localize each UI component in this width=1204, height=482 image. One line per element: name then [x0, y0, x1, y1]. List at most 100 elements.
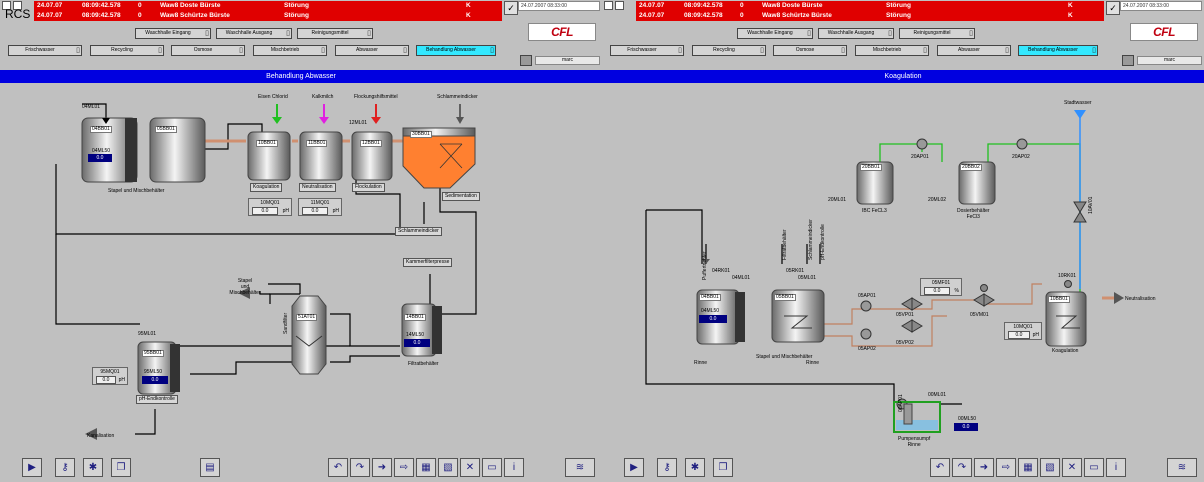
alarm-list[interactable]: 24.07.07 08:09:42.578 0 Waw8 Doste Bürst…: [34, 1, 502, 21]
tank-30bb01[interactable]: 30BB01: [410, 131, 432, 138]
nav-mischbetrieb[interactable]: Mischbetrieb: [855, 45, 929, 56]
meas-tag: 95MQ01: [100, 369, 120, 375]
label-stapel: Stapel und Mischbehälter: [756, 354, 813, 360]
label-20ml02: 20ML02: [928, 197, 947, 203]
meas-unit: pH: [118, 377, 125, 383]
undo-icon[interactable]: ↶: [930, 458, 950, 477]
nav-osmose[interactable]: Osmose: [773, 45, 847, 56]
alarm-row[interactable]: 24.07.07 08:09:42.578 0 Waw8 Doste Bürst…: [34, 1, 502, 11]
alarm-date: 24.07.07: [639, 12, 665, 19]
label-schlammeindicker[interactable]: Schlammeindicker: [395, 227, 442, 236]
right-panel: 24.07.07 08:09:42.578 0 Waw8 Doste Bürst…: [602, 0, 1204, 482]
trend-icon[interactable]: ▤: [200, 458, 220, 477]
nav-waschhalle-eingang[interactable]: Waschhalle Eingang: [135, 28, 211, 39]
acknowledge-icon[interactable]: ✓: [1106, 1, 1120, 15]
tank-04bb01[interactable]: 04BB01: [699, 294, 721, 301]
window-icon[interactable]: [604, 1, 613, 10]
forward-icon[interactable]: ⇨: [996, 458, 1016, 477]
undo-icon[interactable]: ↶: [328, 458, 348, 477]
nav-behandlung-abwasser[interactable]: Behandlung Abwasser: [1018, 45, 1098, 56]
cancel-icon[interactable]: ✕: [460, 458, 480, 477]
cancel-icon[interactable]: ✕: [1062, 458, 1082, 477]
bulb-icon[interactable]: ✱: [685, 458, 705, 477]
redo-icon[interactable]: ↷: [350, 458, 370, 477]
tank-04bb01[interactable]: 04BB01: [90, 126, 112, 133]
chart-icon[interactable]: ▧: [438, 458, 458, 477]
page-title: Koagulation: [602, 70, 1204, 83]
cfl-home-icon[interactable]: ≋: [565, 458, 595, 477]
tank-05bb01[interactable]: 05BB01: [155, 126, 177, 133]
nav-reinigungsmittel[interactable]: Reinigungsmittel: [899, 28, 975, 39]
tank-10bb01[interactable]: 10BB01: [256, 140, 278, 147]
tank-20bb01[interactable]: 20BB01: [860, 164, 882, 171]
label-koagulation[interactable]: Koagulation: [250, 183, 283, 192]
tank-12bb01[interactable]: 12BB01: [360, 140, 382, 147]
alarm-row[interactable]: 24.07.07 08:09:42.578 0 Waw8 Schürtze Bü…: [636, 11, 1104, 21]
redo-icon[interactable]: ↷: [952, 458, 972, 477]
label-04ml01: 04ML01: [732, 275, 751, 281]
info-icon[interactable]: i: [504, 458, 524, 477]
user-icon[interactable]: [520, 55, 532, 66]
meas-10mq01[interactable]: 10MQ01 0.0 pH: [1004, 322, 1042, 340]
label-neutralisation[interactable]: Neutralisation: [299, 183, 336, 192]
label-flockulation[interactable]: Flockulation: [352, 183, 385, 192]
nav-abwasser[interactable]: Abwasser: [937, 45, 1011, 56]
nav-reinigungsmittel[interactable]: Reinigungsmittel: [297, 28, 373, 39]
nav-behandlung-abwasser[interactable]: Behandlung Abwasser: [416, 45, 496, 56]
meas-95mq01[interactable]: 95MQ01 0.0 pH: [92, 367, 128, 385]
label-stadtwasser: Stadtwasser: [1064, 100, 1092, 106]
alarm-code: 0: [740, 2, 744, 9]
nav-waschhalle-ausgang[interactable]: Waschhalle Ausgang: [216, 28, 292, 39]
acknowledge-icon[interactable]: ✓: [504, 1, 518, 15]
meas-value: 0.0: [252, 207, 278, 215]
nav-recycling[interactable]: Recycling: [90, 45, 164, 56]
user-icon[interactable]: [1122, 55, 1134, 66]
alarm-list[interactable]: 24.07.07 08:09:42.578 0 Waw8 Doste Bürst…: [636, 1, 1104, 21]
tank-14bb01[interactable]: 14BB01: [404, 314, 426, 321]
meas-05mf01[interactable]: 05MF01 0.0 %: [920, 278, 962, 296]
tank-95bb01[interactable]: 95BB01: [142, 350, 164, 357]
play-icon[interactable]: ▶: [624, 458, 644, 477]
alarm-code: 0: [138, 12, 142, 19]
bulb-icon[interactable]: ✱: [83, 458, 103, 477]
calculator-icon[interactable]: ▭: [1084, 458, 1104, 477]
windows-icon[interactable]: ❐: [111, 458, 131, 477]
nav-mischbetrieb[interactable]: Mischbetrieb: [253, 45, 327, 56]
label-sedimentation[interactable]: Sedimentation: [442, 192, 480, 201]
forward-icon[interactable]: ⇨: [394, 458, 414, 477]
play-icon[interactable]: ▶: [22, 458, 42, 477]
print-icon[interactable]: [615, 1, 624, 10]
nav-waschhalle-eingang[interactable]: Waschhalle Eingang: [737, 28, 813, 39]
meas-unit: pH: [1032, 332, 1039, 338]
tank-20bb02[interactable]: 20BB02: [960, 164, 982, 171]
meas-11mq01[interactable]: 11MQ01 0.0 pH: [298, 198, 342, 216]
nav-abwasser[interactable]: Abwasser: [335, 45, 409, 56]
label-ph-endkontrolle[interactable]: pH-Endkontrolle: [136, 395, 178, 404]
windows-icon[interactable]: ❐: [713, 458, 733, 477]
chart-icon[interactable]: ▧: [1040, 458, 1060, 477]
palette-icon[interactable]: ▦: [1018, 458, 1038, 477]
nav-osmose[interactable]: Osmose: [171, 45, 245, 56]
nav-waschhalle-ausgang[interactable]: Waschhalle Ausgang: [818, 28, 894, 39]
tank-05bb01[interactable]: 05BB01: [774, 294, 796, 301]
nav-frischwasser[interactable]: Frischwasser: [610, 45, 684, 56]
alarm-row[interactable]: 24.07.07 08:09:42.578 0 Waw8 Schürtze Bü…: [34, 11, 502, 21]
alarm-row[interactable]: 24.07.07 08:09:42.578 0 Waw8 Doste Bürst…: [636, 1, 1104, 11]
calculator-icon[interactable]: ▭: [482, 458, 502, 477]
tank-51at01[interactable]: 51AT01: [296, 314, 318, 321]
cfl-home-icon[interactable]: ≋: [1167, 458, 1197, 477]
tank-11bb01[interactable]: 11BB01: [306, 140, 328, 147]
meas-10mq01[interactable]: 10MQ01 0.0 pH: [248, 198, 292, 216]
nav-frischwasser[interactable]: Frischwasser: [8, 45, 82, 56]
nav-recycling[interactable]: Recycling: [692, 45, 766, 56]
label-pumpensumpf: Pumpensumpf Rinne: [898, 436, 931, 448]
key-icon[interactable]: ⚷: [55, 458, 75, 477]
info-icon[interactable]: i: [1106, 458, 1126, 477]
label-filtratbehaelter: Filtratbehälter: [408, 361, 439, 367]
arrow-right-icon[interactable]: ➜: [974, 458, 994, 477]
tank-10bb01[interactable]: 10BB01: [1048, 296, 1070, 303]
label-kammerfilterpresse[interactable]: Kammerfilterpresse: [403, 258, 453, 267]
key-icon[interactable]: ⚷: [657, 458, 677, 477]
arrow-right-icon[interactable]: ➜: [372, 458, 392, 477]
palette-icon[interactable]: ▦: [416, 458, 436, 477]
